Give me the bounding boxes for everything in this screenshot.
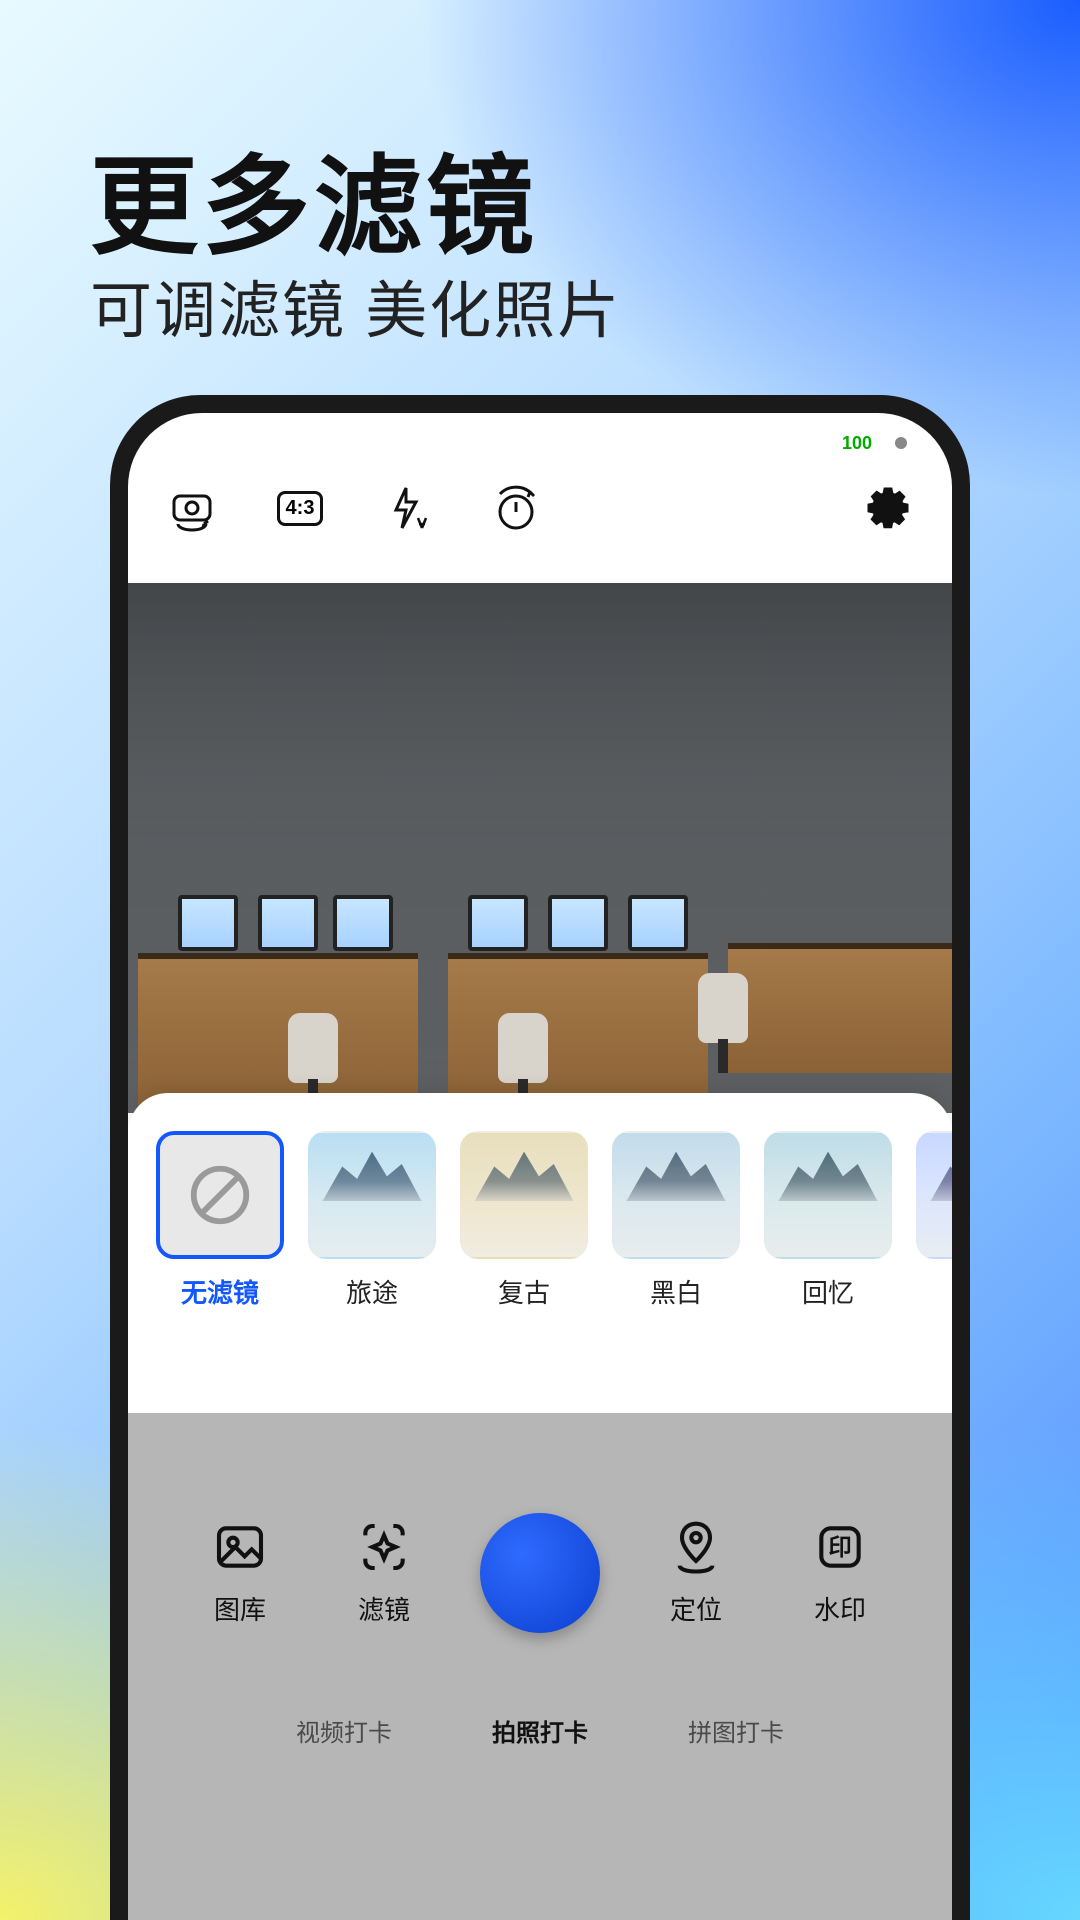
gear-icon	[864, 484, 912, 532]
filter-item-retro[interactable]: 复古	[460, 1131, 588, 1310]
filter-label: 复古	[460, 1273, 588, 1310]
status-battery: 100	[842, 433, 872, 454]
stamp-icon: 印	[812, 1519, 868, 1575]
mode-collage[interactable]: 拼图打卡	[688, 1713, 784, 1748]
filters-button[interactable]: 滤镜	[336, 1519, 432, 1627]
promo-title: 更多滤镜	[90, 120, 538, 276]
viewfinder-scene	[128, 583, 952, 1113]
device-frame: 100 camera-switch-icon 4:3 flash-aut	[110, 395, 970, 1920]
location-button[interactable]: 定位	[648, 1519, 744, 1627]
filter-item-bw[interactable]: 黑白	[612, 1131, 740, 1310]
timer-icon	[492, 484, 540, 532]
switch-camera-button[interactable]: camera-switch-icon	[164, 480, 220, 536]
location-pin-icon	[668, 1519, 724, 1575]
mode-video[interactable]: 视频打卡	[296, 1713, 392, 1748]
filter-label: 旅途	[308, 1273, 436, 1310]
promo-stage: 更多滤镜 可调滤镜 美化照片 100 camera-switch-icon 4:…	[0, 0, 1080, 1920]
watermark-button[interactable]: 印 水印	[792, 1519, 888, 1627]
filter-item-trip[interactable]: 旅途	[308, 1131, 436, 1310]
svg-text:印: 印	[828, 1534, 851, 1560]
filter-label: N19	[916, 1273, 952, 1304]
device-screen: 100 camera-switch-icon 4:3 flash-aut	[128, 413, 952, 1920]
camera-switch-icon	[168, 484, 216, 532]
promo-subtitle: 可调滤镜 美化照片	[90, 260, 621, 350]
filter-thumb	[308, 1131, 436, 1259]
camera-top-toolbar: camera-switch-icon 4:3 flash-auto-icon	[128, 468, 952, 548]
timer-button[interactable]: timer-icon	[488, 480, 544, 536]
camera-bottom-panel: 图库 滤镜	[128, 1413, 952, 1920]
filter-thumb	[460, 1131, 588, 1259]
no-filter-icon	[185, 1160, 255, 1230]
status-dot	[895, 437, 907, 449]
filter-thumb	[764, 1131, 892, 1259]
filter-label: 黑白	[612, 1273, 740, 1310]
aspect-ratio-button[interactable]: 4:3	[272, 480, 328, 536]
gallery-button[interactable]: 图库	[192, 1519, 288, 1627]
filter-item-n19[interactable]: N19	[916, 1131, 952, 1310]
sparkle-scan-icon	[356, 1519, 412, 1575]
filter-list[interactable]: 无滤镜 旅途 复古 黑白	[128, 1131, 952, 1310]
filter-thumb	[612, 1131, 740, 1259]
aspect-ratio-label: 4:3	[277, 491, 324, 526]
filter-item-memory[interactable]: 回忆	[764, 1131, 892, 1310]
filters-label: 滤镜	[336, 1590, 432, 1627]
filter-label: 无滤镜	[156, 1273, 284, 1310]
flash-auto-icon	[384, 484, 432, 532]
filter-label: 回忆	[764, 1273, 892, 1310]
gallery-label: 图库	[192, 1590, 288, 1627]
capture-mode-row: 视频打卡 拍照打卡 拼图打卡	[128, 1713, 952, 1748]
quick-action-row: 图库 滤镜	[128, 1513, 952, 1633]
filter-thumb	[916, 1131, 952, 1259]
filter-item-none[interactable]: 无滤镜	[156, 1131, 284, 1310]
mode-photo[interactable]: 拍照打卡	[492, 1713, 588, 1748]
flash-mode-button[interactable]: flash-auto-icon	[380, 480, 436, 536]
camera-viewfinder[interactable]	[128, 583, 952, 1113]
gallery-icon	[212, 1519, 268, 1575]
location-label: 定位	[648, 1590, 744, 1627]
filter-drawer: 无滤镜 旅途 复古 黑白	[128, 1093, 952, 1413]
shutter-button[interactable]	[480, 1513, 600, 1633]
settings-button[interactable]: gear-icon	[860, 480, 916, 536]
watermark-label: 水印	[792, 1590, 888, 1627]
filter-thumb-none	[156, 1131, 284, 1259]
